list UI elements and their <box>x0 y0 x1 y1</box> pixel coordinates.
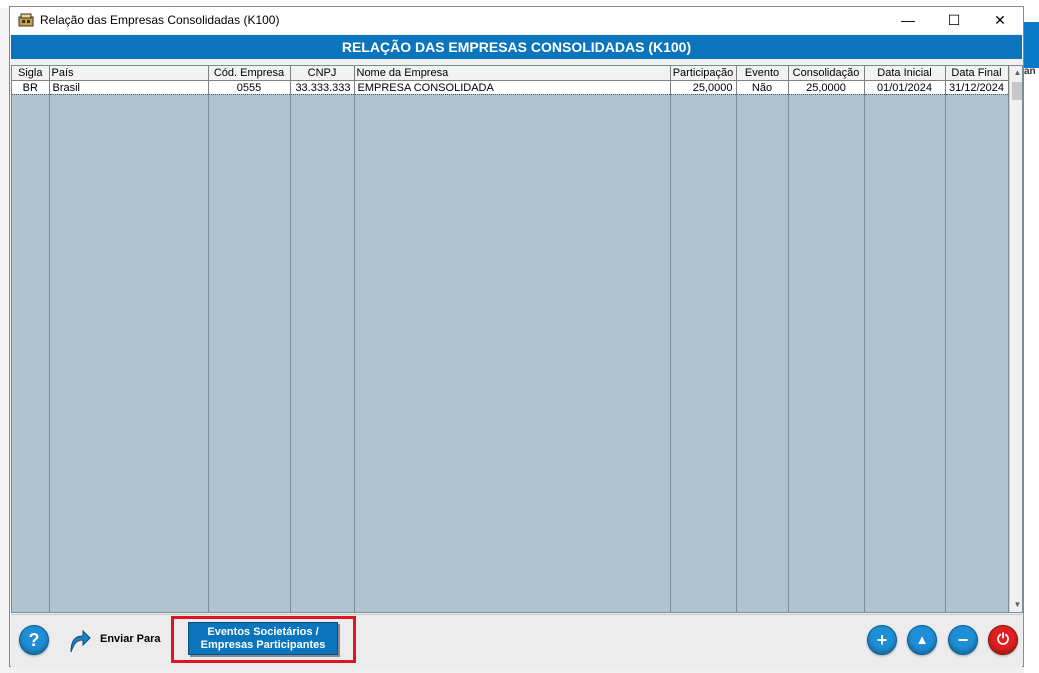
scroll-thumb[interactable] <box>1012 82 1022 100</box>
add-button[interactable]: + <box>867 625 897 655</box>
companies-table: Sigla País Cód. Empresa CNPJ Nome da Emp… <box>12 66 1009 95</box>
minimize-button[interactable]: — <box>885 7 931 34</box>
cell-nome-empresa[interactable]: EMPRESA CONSOLIDADA <box>354 80 671 95</box>
cell-sigla[interactable]: BR <box>12 80 50 95</box>
corporate-events-button[interactable]: Eventos Societários / Empresas Participa… <box>188 622 338 655</box>
exit-button[interactable]: ⏻ <box>988 625 1018 655</box>
title-bar[interactable]: Relação das Empresas Consolidadas (K100)… <box>10 7 1023 34</box>
cell-evento[interactable]: Não <box>736 80 789 95</box>
corporate-events-line1: Eventos Societários / <box>207 626 319 638</box>
column-header-consolidacao[interactable]: Consolidação <box>788 66 865 81</box>
cell-participacao[interactable]: 25,0000 <box>670 80 737 95</box>
background-app-left-edge <box>0 8 9 673</box>
dialog-window: Relação das Empresas Consolidadas (K100)… <box>9 6 1024 667</box>
vertical-scrollbar[interactable]: ▲ ▼ <box>1009 66 1022 612</box>
table-row[interactable]: BR Brasil 0555 33.333.333 EMPRESA CONSOL… <box>12 80 1009 95</box>
background-app-label: an <box>1024 66 1036 77</box>
app-icon <box>18 13 34 27</box>
cell-consolidacao[interactable]: 25,0000 <box>788 80 865 95</box>
companies-grid[interactable]: Sigla País Cód. Empresa CNPJ Nome da Emp… <box>11 65 1023 613</box>
column-header-data-inicial[interactable]: Data Inicial <box>864 66 946 81</box>
bottom-toolbar: ? Enviar Para Eventos Societários / Empr… <box>11 614 1022 667</box>
cell-data-inicial[interactable]: 01/01/2024 <box>864 80 946 95</box>
column-header-nome-empresa[interactable]: Nome da Empresa <box>354 66 671 81</box>
send-to-label[interactable]: Enviar Para <box>100 633 161 645</box>
scroll-down-arrow-icon[interactable]: ▼ <box>1010 598 1022 612</box>
grid-column-lines <box>12 95 1009 612</box>
column-header-evento[interactable]: Evento <box>736 66 789 81</box>
column-header-cnpj[interactable]: CNPJ <box>290 66 355 81</box>
column-header-participacao[interactable]: Participação <box>670 66 737 81</box>
help-button[interactable]: ? <box>19 625 49 655</box>
column-header-pais[interactable]: País <box>49 66 209 81</box>
corporate-events-line2: Empresas Participantes <box>200 639 326 651</box>
background-app-banner <box>1024 22 1039 68</box>
close-button[interactable]: ✕ <box>977 7 1023 34</box>
remove-button[interactable]: − <box>948 625 978 655</box>
move-up-button[interactable]: ▲ <box>907 625 937 655</box>
maximize-button[interactable]: ☐ <box>931 7 977 34</box>
scroll-up-arrow-icon[interactable]: ▲ <box>1010 66 1022 80</box>
column-header-data-final[interactable]: Data Final <box>945 66 1009 81</box>
cell-cod-empresa[interactable]: 0555 <box>208 80 291 95</box>
background-app-right-edge: an <box>1024 8 1039 673</box>
column-header-cod-empresa[interactable]: Cód. Empresa <box>208 66 291 81</box>
cell-data-final[interactable]: 31/12/2024 <box>945 80 1009 95</box>
send-arrow-icon[interactable] <box>67 626 91 654</box>
cell-cnpj[interactable]: 33.333.333 <box>290 80 355 95</box>
table-header-row: Sigla País Cód. Empresa CNPJ Nome da Emp… <box>12 66 1009 81</box>
cell-pais[interactable]: Brasil <box>49 80 209 95</box>
page-title: RELAÇÃO DAS EMPRESAS CONSOLIDADAS (K100) <box>11 35 1022 59</box>
column-header-sigla[interactable]: Sigla <box>12 66 50 81</box>
window-title: Relação das Empresas Consolidadas (K100) <box>40 13 280 27</box>
